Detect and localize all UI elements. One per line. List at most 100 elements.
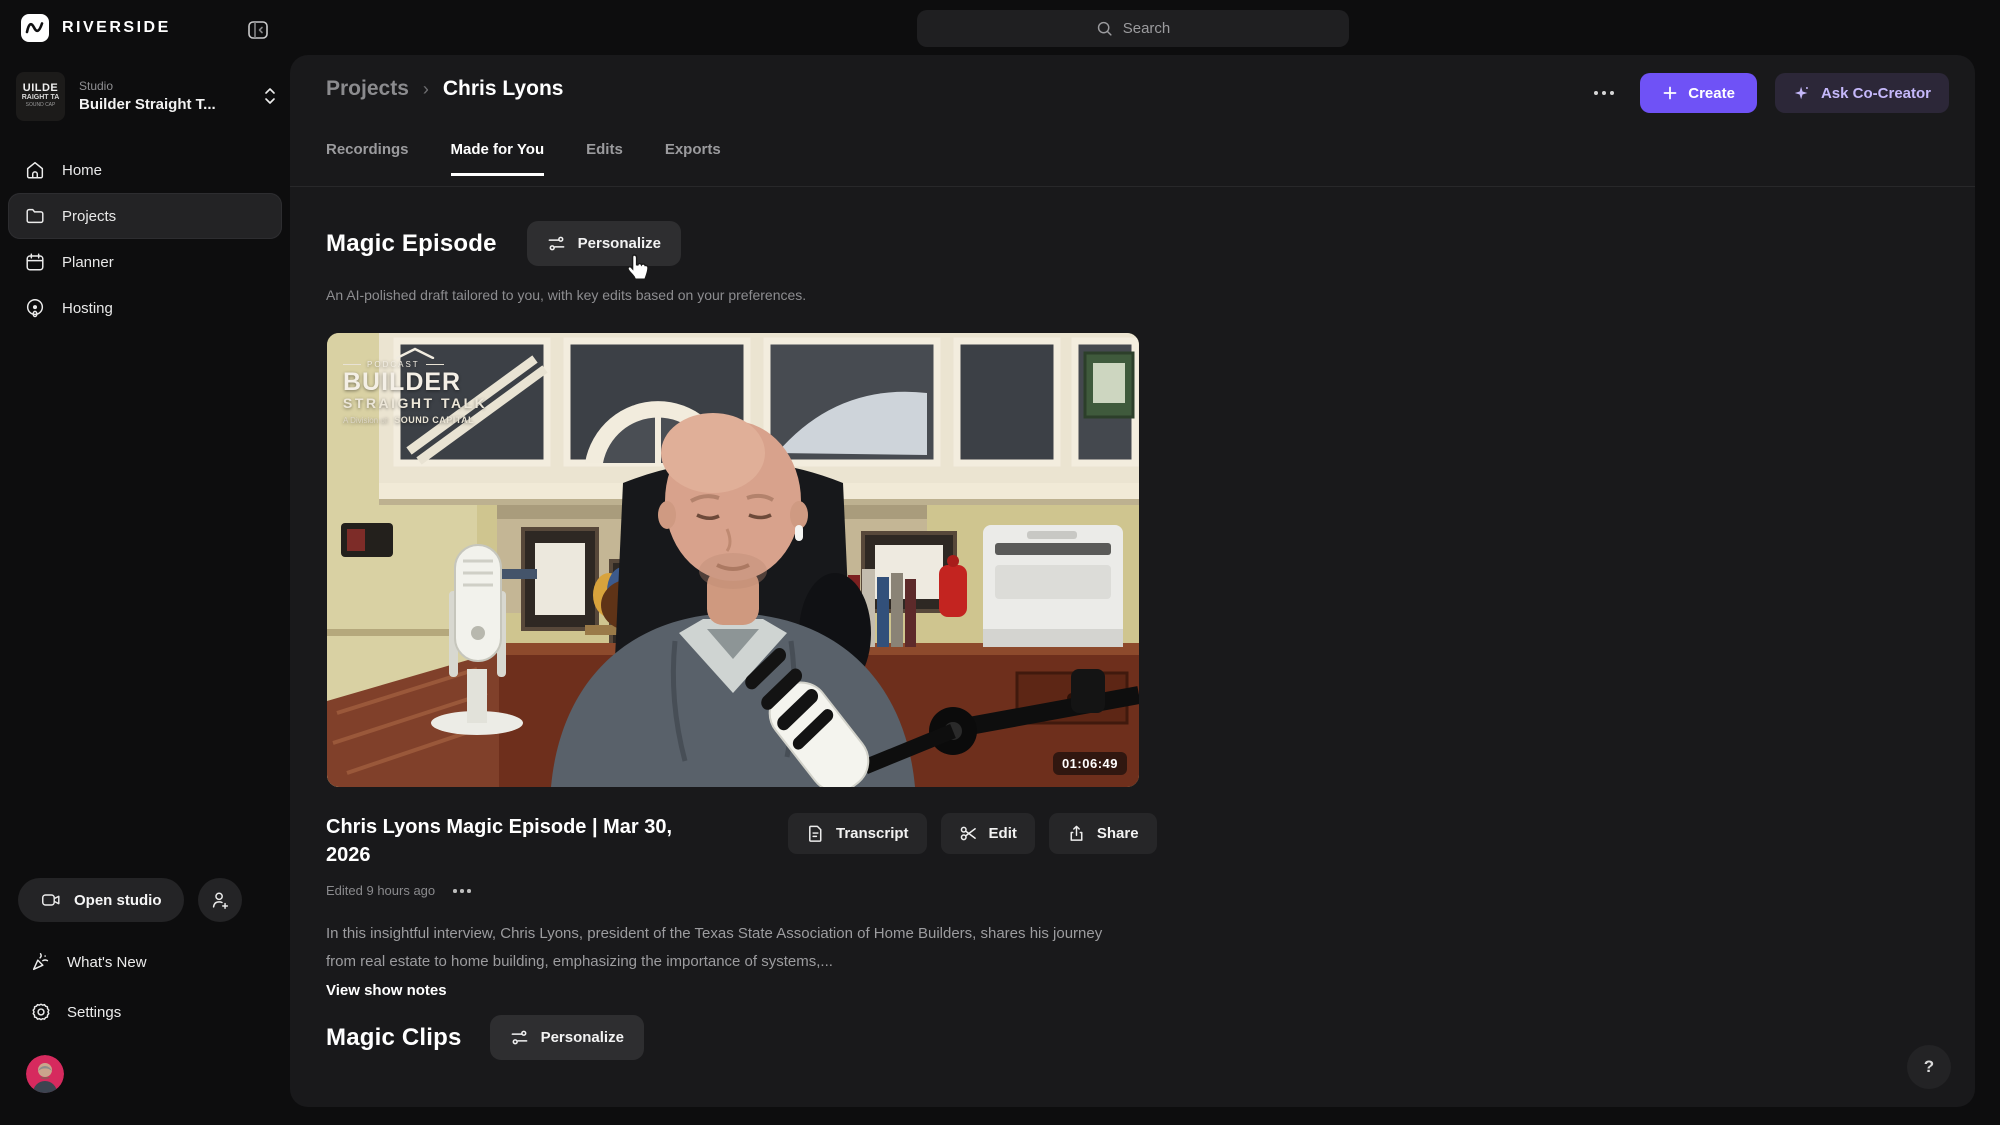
studio-selector[interactable]: UILDE RAIGHT TA SOUND CAP Studio Builder… <box>16 70 278 122</box>
riverside-waveform-icon <box>20 13 50 43</box>
collapse-sidebar-icon[interactable] <box>246 18 270 42</box>
search-placeholder: Search <box>1123 20 1171 37</box>
transcript-button[interactable]: Transcript <box>788 813 927 854</box>
magic-episode-heading: Magic Episode <box>326 230 497 258</box>
gear-icon <box>30 1001 52 1023</box>
create-button[interactable]: Create <box>1640 73 1757 113</box>
sidebar-item-projects[interactable]: Projects <box>8 193 282 239</box>
roof-icon <box>393 347 437 359</box>
share-label: Share <box>1097 825 1139 842</box>
view-show-notes-link[interactable]: View show notes <box>326 982 447 999</box>
search-icon <box>1096 20 1113 37</box>
person-add-icon <box>209 889 231 911</box>
settings-link[interactable]: Settings <box>30 1001 121 1023</box>
studio-thumbnail: UILDE RAIGHT TA SOUND CAP <box>16 72 65 121</box>
search-input[interactable]: Search <box>917 10 1349 47</box>
edited-timestamp: Edited 9 hours ago <box>326 883 435 898</box>
episode-more-options-button[interactable] <box>451 883 473 899</box>
top-bar: RIVERSIDE Search <box>0 0 2000 55</box>
sidebar-item-label: Hosting <box>62 300 113 317</box>
open-studio-button[interactable]: Open studio <box>18 878 184 922</box>
transcript-label: Transcript <box>836 825 909 842</box>
tab-bar: Recordings Made for You Edits Exports <box>326 141 721 176</box>
episode-description: In this insightful interview, Chris Lyon… <box>326 920 1131 976</box>
help-button[interactable]: ? <box>1907 1045 1951 1089</box>
sliders-icon <box>510 1028 529 1047</box>
party-popper-icon <box>30 951 52 973</box>
podcast-logo-overlay: PODCAST BUILDER STRAIGHT TALK A Division… <box>343 347 487 425</box>
overlay-division-row: A Division of: SOUND CAPITAL <box>343 416 487 425</box>
video-duration-badge: 01:06:49 <box>1053 752 1127 775</box>
podcast-icon <box>24 297 46 319</box>
calendar-icon <box>24 251 46 273</box>
studio-thumb-text: SOUND CAP <box>26 102 56 109</box>
overlay-builder-label: BUILDER <box>343 369 487 395</box>
personalize-label: Personalize <box>541 1029 624 1046</box>
episode-video-thumbnail[interactable]: PODCAST BUILDER STRAIGHT TALK A Division… <box>327 333 1139 787</box>
sidebar-item-planner[interactable]: Planner <box>8 239 282 285</box>
tab-divider <box>290 186 1975 187</box>
edit-button[interactable]: Edit <box>941 813 1035 854</box>
sliders-icon <box>547 234 566 253</box>
riverside-logo[interactable]: RIVERSIDE <box>20 13 171 43</box>
sidebar-item-hosting[interactable]: Hosting <box>8 285 282 331</box>
tab-edits[interactable]: Edits <box>586 141 623 176</box>
magic-episode-header: Magic Episode Personalize <box>326 221 681 266</box>
magic-episode-subtitle: An AI-polished draft tailored to you, wi… <box>326 287 806 303</box>
brand-name: RIVERSIDE <box>62 19 171 37</box>
share-button[interactable]: Share <box>1049 813 1157 854</box>
folder-icon <box>24 205 46 227</box>
magic-clips-heading: Magic Clips <box>326 1024 462 1052</box>
sidebar-item-label: Home <box>62 162 102 179</box>
help-label: ? <box>1924 1057 1934 1077</box>
studio-meta: Studio Builder Straight T... <box>79 79 258 113</box>
plus-icon <box>1662 85 1678 101</box>
studio-name: Builder Straight T... <box>79 96 258 113</box>
riverside-app: RIVERSIDE Search UILDE RAIGHT TA SOUND C… <box>0 0 2000 1125</box>
whats-new-link[interactable]: What's New <box>30 951 147 973</box>
sidebar: UILDE RAIGHT TA SOUND CAP Studio Builder… <box>0 55 290 1125</box>
studio-thumb-text: RAIGHT TA <box>22 94 60 102</box>
tab-recordings[interactable]: Recordings <box>326 141 409 176</box>
more-options-button[interactable] <box>1586 83 1622 103</box>
main-panel: Projects › Chris Lyons Create Ask Co-Cre… <box>290 55 1975 1107</box>
page-title: Chris Lyons <box>443 77 564 101</box>
edit-label: Edit <box>989 825 1017 842</box>
personalize-episode-button[interactable]: Personalize <box>527 221 681 266</box>
episode-actions: Transcript Edit Share <box>788 813 1157 854</box>
user-avatar[interactable] <box>26 1055 64 1093</box>
header-actions: Create Ask Co-Creator <box>1586 73 1949 113</box>
document-icon <box>806 824 825 843</box>
personalize-label: Personalize <box>578 235 661 252</box>
magic-clips-header: Magic Clips Personalize <box>326 1015 644 1060</box>
studio-label: Studio <box>79 79 258 93</box>
whats-new-label: What's New <box>67 954 147 971</box>
breadcrumb-projects[interactable]: Projects <box>326 77 409 101</box>
open-studio-label: Open studio <box>74 892 162 909</box>
overlay-division-label: A Division of: <box>343 416 389 425</box>
tab-made-for-you[interactable]: Made for You <box>451 141 545 176</box>
sidebar-item-home[interactable]: Home <box>8 147 282 193</box>
overlay-sound-capital-label: SOUND CAPITAL <box>394 416 474 425</box>
video-camera-icon <box>40 889 62 911</box>
breadcrumb: Projects › Chris Lyons <box>326 77 563 101</box>
sidebar-item-label: Planner <box>62 254 114 271</box>
chevron-up-down-icon <box>262 85 278 107</box>
scissors-icon <box>959 824 978 843</box>
tab-exports[interactable]: Exports <box>665 141 721 176</box>
sidebar-nav: Home Projects Planner <box>8 147 282 331</box>
breadcrumb-separator: › <box>423 79 429 100</box>
overlay-straight-talk-label: STRAIGHT TALK <box>343 395 487 412</box>
settings-label: Settings <box>67 1004 121 1021</box>
invite-member-button[interactable] <box>198 878 242 922</box>
edited-row: Edited 9 hours ago <box>326 883 473 899</box>
ask-cocreator-button[interactable]: Ask Co-Creator <box>1775 73 1949 113</box>
share-icon <box>1067 824 1086 843</box>
ask-cocreator-label: Ask Co-Creator <box>1821 85 1931 102</box>
episode-title: Chris Lyons Magic Episode | Mar 30, 2026 <box>326 813 674 869</box>
sparkle-icon <box>1793 84 1811 102</box>
personalize-clips-button[interactable]: Personalize <box>490 1015 644 1060</box>
create-label: Create <box>1688 85 1735 102</box>
studio-thumb-text: UILDE <box>23 83 59 94</box>
sidebar-item-label: Projects <box>62 208 116 225</box>
